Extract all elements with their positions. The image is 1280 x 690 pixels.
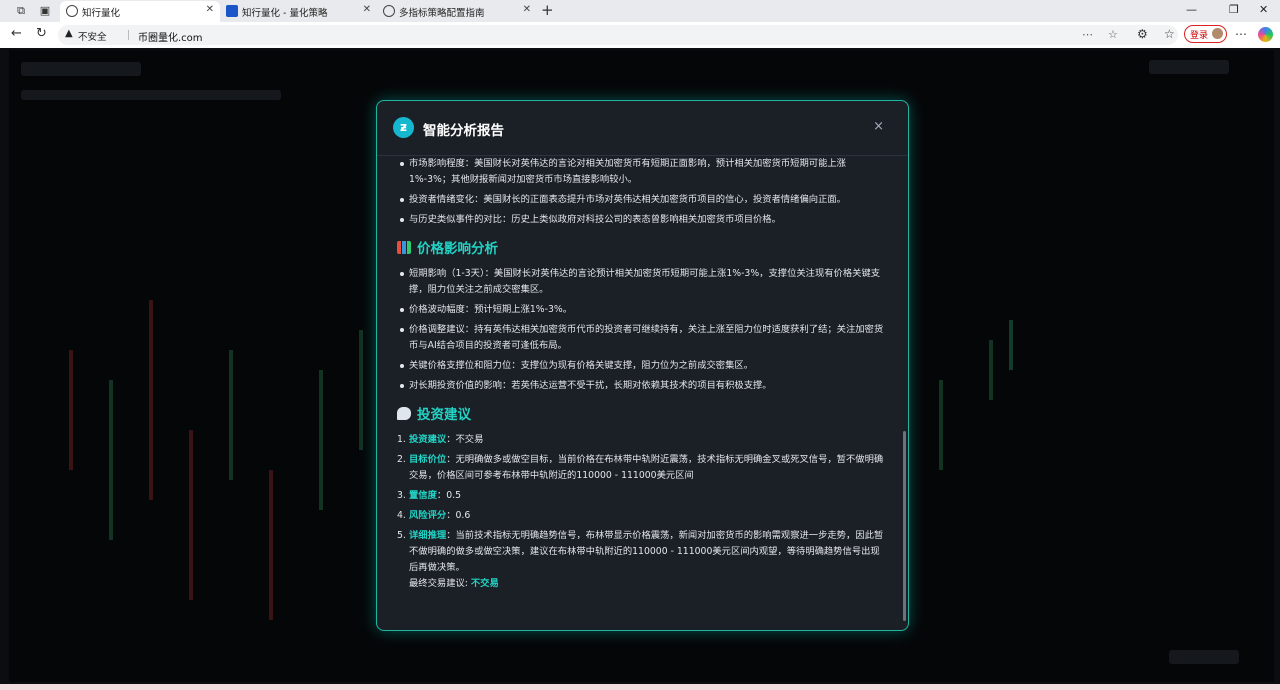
candle <box>269 470 273 620</box>
avatar <box>1212 28 1223 39</box>
modal-title: 智能分析报告 <box>423 123 504 139</box>
advice-item: 3. 置信度：0.5 <box>397 488 887 504</box>
advice-label: 风险评分 <box>409 510 447 521</box>
modal-header: ƶ 智能分析报告 × <box>377 101 908 156</box>
advice-text: ：不交易 <box>446 434 484 445</box>
blurred-footer <box>1169 650 1239 664</box>
investment-advice-list: 1. 投资建议：不交易 2. 目标价位：无明确做多或做空目标，当前价格在布林带中轨附… <box>397 432 887 592</box>
close-tab-icon[interactable]: ✕ <box>363 4 371 15</box>
advice-item: 5. 详细推理：当前技术指标无明确趋势信号，布林带显示价格震荡，新闻对加密货币的影… <box>397 528 887 592</box>
item-number: 5. <box>397 530 406 541</box>
login-button[interactable]: 登录 <box>1184 25 1227 43</box>
report-logo-icon: ƶ <box>393 117 414 138</box>
blurred-controls <box>1149 60 1229 74</box>
analysis-report-modal: ƶ 智能分析报告 × 市场影响程度：美国财长对英伟达的言论对相关加密货币有短期正… <box>376 100 909 631</box>
list-item: 价格调整建议：持有英伟达相关加密货币代币的投资者可继续持有，关注上涨至阻力位时适… <box>400 322 887 354</box>
advice-label: 投资建议 <box>409 434 447 445</box>
item-number: 2. <box>397 454 406 465</box>
blurred-toolbar <box>21 90 281 100</box>
tab-guide[interactable]: 多指标策略配置指南 ✕ <box>377 1 537 22</box>
scrollbar-thumb[interactable] <box>903 431 906 621</box>
bar-chart-icon <box>397 241 411 254</box>
item-number: 3. <box>397 490 406 501</box>
close-icon[interactable]: × <box>873 119 884 134</box>
tab-actions-icon[interactable]: ▣ <box>37 3 53 19</box>
globe-icon <box>383 5 395 17</box>
copilot-icon[interactable] <box>1258 27 1273 42</box>
list-item: 对长期投资价值的影响：若英伟达运营不受干扰，长期对依赖其技术的项目有积极支撑。 <box>400 378 887 394</box>
security-label[interactable]: 不安全 <box>78 29 107 43</box>
advice-label: 目标价位 <box>409 454 447 465</box>
candle <box>939 380 943 470</box>
settings-menu-icon[interactable]: ⋯ <box>1235 27 1247 41</box>
advice-text: ：0.6 <box>446 510 471 521</box>
window-close-icon[interactable]: ✕ <box>1259 3 1268 16</box>
workspaces-icon[interactable]: ⧉ <box>13 3 29 19</box>
tab-title: 知行量化 - 量化策略 <box>242 8 328 19</box>
tab-title: 知行量化 <box>82 8 121 19</box>
list-item: 价格波动幅度：预计短期上涨1%-3%。 <box>400 302 887 318</box>
advice-label: 置信度 <box>409 490 437 501</box>
tab-zhixing[interactable]: 知行量化 ✕ <box>60 1 220 22</box>
candle <box>109 380 113 540</box>
item-number: 4. <box>397 510 406 521</box>
advice-item: 1. 投资建议：不交易 <box>397 432 887 448</box>
favorites-icon[interactable]: ☆ <box>1164 27 1175 41</box>
market-impact-list: 市场影响程度：美国财长对英伟达的言论对相关加密货币有短期正面影响，预计相关加密货… <box>397 156 887 228</box>
warning-icon[interactable]: ▲ <box>65 28 73 39</box>
final-value: 不交易 <box>470 578 499 589</box>
new-tab-button[interactable]: + <box>541 2 554 18</box>
back-icon[interactable]: ← <box>11 27 22 41</box>
url-text[interactable]: 币圈量化.com <box>138 29 203 44</box>
advice-label: 详细推理 <box>409 530 447 541</box>
advice-text: ：当前技术指标无明确趋势信号，布林带显示价格震荡，新闻对加密货币的影响需观察进一… <box>409 530 884 573</box>
candle <box>359 330 363 450</box>
candle <box>69 350 73 470</box>
advice-text: ：无明确做多或做空目标，当前价格在布林带中轨附近震荡，技术指标无明确金叉或死叉信… <box>409 454 884 481</box>
advice-item: 4. 风险评分：0.6 <box>397 508 887 524</box>
advice-text: ：0.5 <box>436 490 461 501</box>
close-tab-icon[interactable]: ✕ <box>206 4 214 15</box>
list-item: 市场影响程度：美国财长对英伟达的言论对相关加密货币有短期正面影响，预计相关加密货… <box>400 156 887 188</box>
candle <box>149 300 153 500</box>
modal-content[interactable]: 市场影响程度：美国财长对英伟达的言论对相关加密货币有短期正面影响，预计相关加密货… <box>397 156 887 626</box>
divider <box>128 30 129 40</box>
speech-bubble-icon <box>397 407 411 420</box>
price-impact-list: 短期影响（1-3天）：美国财长对英伟达的言论预计相关加密货币短期可能上涨1%-3… <box>397 266 887 394</box>
candle <box>989 340 993 400</box>
section-title: 投资建议 <box>417 407 471 423</box>
blurred-header <box>21 62 141 76</box>
site-icon <box>226 5 238 17</box>
favorite-star-icon[interactable]: ☆ <box>1108 28 1118 41</box>
tab-bar: ⧉ ▣ 知行量化 ✕ 知行量化 - 量化策略 ✕ 多指标策略配置指南 ✕ + —… <box>0 0 1280 22</box>
extensions-icon[interactable]: ⚙ <box>1137 27 1148 41</box>
minimize-icon[interactable]: — <box>1186 3 1197 16</box>
list-item: 关键价格支撑位和阻力位：支撑位为现有价格关键支撑，阻力位为之前成交密集区。 <box>400 358 887 374</box>
login-label: 登录 <box>1190 31 1209 41</box>
close-tab-icon[interactable]: ✕ <box>523 4 531 15</box>
address-bar: ← ↻ ▲ 不安全 币圈量化.com ⋯ ☆ ⚙ ☆ 登录 ⋯ <box>0 22 1280 49</box>
final-label: 最终交易建议: <box>409 578 471 589</box>
omnibox[interactable]: ▲ 不安全 币圈量化.com ⋯ ☆ <box>58 25 1178 45</box>
investment-advice-heading: 投资建议 <box>397 406 887 424</box>
restore-icon[interactable]: ❐ <box>1229 3 1239 16</box>
list-item: 与历史类似事件的对比：历史上类似政府对科技公司的表态曾影响相关加密货币项目价格。 <box>400 212 887 228</box>
candle <box>1009 320 1013 370</box>
candle <box>189 430 193 600</box>
candle <box>319 370 323 510</box>
globe-icon <box>66 5 78 17</box>
taskbar-edge <box>0 684 1280 690</box>
final-recommendation: 最终交易建议: 不交易 <box>409 576 887 592</box>
refresh-icon[interactable]: ↻ <box>36 27 47 41</box>
tab-title: 多指标策略配置指南 <box>399 8 485 19</box>
candle <box>229 350 233 480</box>
list-item: 短期影响（1-3天）：美国财长对英伟达的言论预计相关加密货币短期可能上涨1%-3… <box>400 266 887 298</box>
tab-strategy[interactable]: 知行量化 - 量化策略 ✕ <box>220 1 377 22</box>
advice-item: 2. 目标价位：无明确做多或做空目标，当前价格在布林带中轨附近震荡，技术指标无明确… <box>397 452 887 484</box>
list-item: 投资者情绪变化：美国财长的正面表态提升市场对英伟达相关加密货币项目的信心，投资者… <box>400 192 887 208</box>
section-title: 价格影响分析 <box>417 241 498 257</box>
item-number: 1. <box>397 434 406 445</box>
price-impact-heading: 价格影响分析 <box>397 240 887 258</box>
more-options-icon[interactable]: ⋯ <box>1082 28 1093 41</box>
